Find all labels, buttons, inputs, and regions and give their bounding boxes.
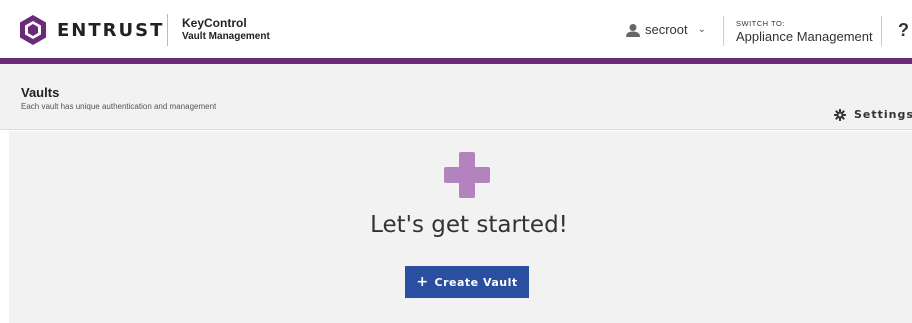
product-title: KeyControl Vault Management (182, 17, 270, 43)
empty-state-headline: Let's get started! (370, 212, 568, 238)
switch-to-label: SWITCH TO: (736, 19, 785, 28)
gear-icon (834, 108, 846, 121)
user-name: secroot (645, 22, 688, 37)
switch-target-label: Appliance Management (736, 29, 873, 44)
top-header: ENTRUST KeyControl Vault Management secr… (0, 0, 912, 58)
settings-button[interactable]: Settings (834, 108, 912, 121)
product-subtitle: Vault Management (182, 31, 270, 42)
user-icon (626, 23, 640, 37)
chevron-down-icon: ⌄ (697, 24, 707, 35)
brand-name: ENTRUST (57, 19, 165, 41)
page-description: Each vault has unique authentication and… (21, 102, 217, 111)
create-vault-button[interactable]: + Create Vault (405, 266, 529, 298)
create-vault-label: Create Vault (434, 275, 518, 289)
header-divider-2 (723, 16, 724, 46)
plus-icon (444, 152, 490, 198)
settings-label: Settings (854, 108, 912, 121)
entrust-logo: ENTRUST (19, 14, 164, 46)
page-header: Vaults Each vault has unique authenticat… (0, 64, 912, 130)
help-button[interactable]: ? (898, 20, 909, 41)
plus-icon: + (416, 274, 429, 290)
header-divider-3 (881, 16, 882, 46)
user-menu[interactable]: secroot ⌄ (626, 22, 706, 37)
header-divider (167, 14, 168, 46)
switch-to-appliance-management[interactable]: SWITCH TO: Appliance Management (736, 19, 873, 44)
product-name: KeyControl (182, 16, 247, 30)
page-title: Vaults (21, 85, 60, 100)
entrust-logo-icon (20, 15, 46, 45)
